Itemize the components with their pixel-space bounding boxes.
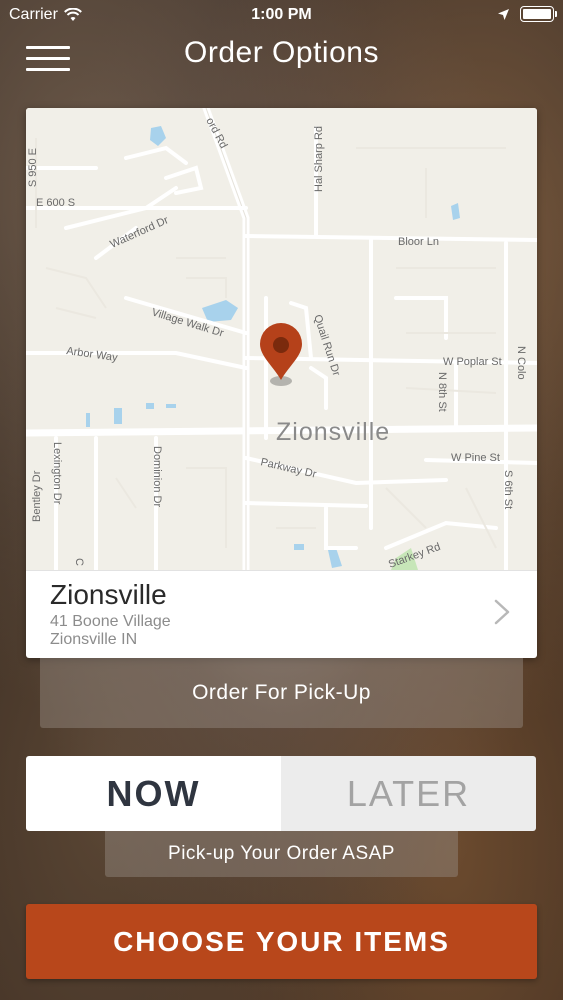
map-label-hal-sharp-rd: Hal Sharp Rd [313,126,325,192]
pond [294,544,304,550]
chevron-right-icon [494,599,510,625]
map-label-quail-run-dr: Quail Run Dr [311,313,342,377]
battery-icon [520,6,557,22]
map-label-c-fragment: C [73,558,85,566]
map-label-s6th-st: S 6th St [502,470,514,509]
map-label-w-poplar-st: W Poplar St [443,356,502,368]
pond [166,404,176,408]
map-label-ord-rd: ord Rd [203,116,229,151]
map-label-bloor-ln: Bloor Ln [398,236,439,248]
pond [86,413,90,427]
map-label-arbor-way: Arbor Way [66,345,119,364]
location-address-line2: Zionsville IN [50,631,138,648]
location-arrow-icon [498,8,509,20]
map-label-n8th-st: N 8th St [436,372,448,412]
pickup-message: Pick-up Your Order ASAP [105,831,458,877]
header: Order Options [0,30,563,90]
map-city-label: Zionsville [276,418,390,446]
location-address-line1: 41 Boone Village [50,613,171,630]
pond [114,408,122,424]
location-card: S 950 E ord Rd Hal Sharp Rd E 600 S Wate… [26,108,537,658]
map-label-lexington-dr: Lexington Dr [51,442,63,505]
map-label-dominion-dr: Dominion Dr [151,446,163,507]
pond [328,548,342,568]
map-graphic: S 950 E ord Rd Hal Sharp Rd E 600 S Wate… [26,108,537,570]
map-label-waterford-dr: Waterford Dr [108,214,170,251]
choose-items-button[interactable]: CHOOSE YOUR ITEMS [26,904,537,979]
status-right [497,6,557,22]
later-option[interactable]: LATER [281,756,536,831]
pond [202,300,238,322]
now-option[interactable]: NOW [26,756,281,831]
pond [146,403,154,409]
map-label-bentley-dr: Bentley Dr [31,470,43,522]
page-title: Order Options [184,36,379,69]
map-label-e600s: E 600 S [36,197,75,209]
selected-location-row[interactable]: Zionsville 41 Boone Village Zionsville I… [26,570,537,658]
map-label-parkway-dr: Parkway Dr [259,456,317,481]
timing-toggle: NOW LATER [26,756,536,831]
pond [150,126,166,146]
map-label-n-side: N Colo [515,346,527,380]
status-time: 1:00 PM [251,6,312,23]
location-name: Zionsville [50,579,167,610]
status-bar: Carrier 1:00 PM [0,0,563,30]
map-label-s950e: S 950 E [27,148,39,187]
map-view[interactable]: S 950 E ord Rd Hal Sharp Rd E 600 S Wate… [26,108,537,570]
pond [451,203,460,220]
map-label-w-pine-st: W Pine St [451,452,500,464]
order-type-label[interactable]: Order For Pick-Up [40,658,523,728]
